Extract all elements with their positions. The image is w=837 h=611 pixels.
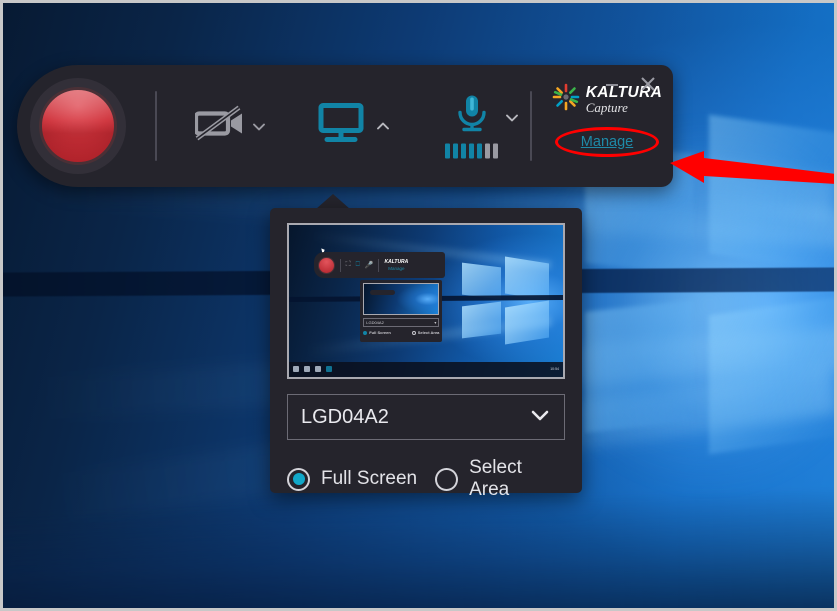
panel-notch (316, 194, 350, 209)
preview-taskbar: 10:54 (289, 361, 563, 377)
vu-bar (469, 143, 474, 159)
camera-toggle[interactable] (193, 105, 267, 148)
vu-bar (485, 143, 490, 159)
monitor-icon (317, 102, 369, 151)
chevron-down-icon[interactable] (529, 404, 551, 431)
radio-full-screen-label: Full Screen (321, 468, 418, 489)
vu-bar (493, 143, 498, 159)
source-select[interactable]: LGD04A2 (287, 394, 565, 440)
radio-select-area-circle[interactable] (435, 467, 459, 491)
minimize-icon[interactable] (601, 73, 623, 95)
chevron-down-icon[interactable] (504, 109, 520, 125)
preview-inner-thumbnail (363, 282, 440, 316)
capture-mode-radio-group: Full Screen Select Area (287, 457, 565, 501)
screen-toggle[interactable] (317, 102, 391, 151)
radio-selected-dot (292, 473, 305, 485)
preview-source-select: LGD04A2 ▾ (363, 318, 440, 328)
preview-chevron-down-icon: ▾ (434, 320, 437, 326)
window-controls (601, 73, 659, 95)
microphone-toggle[interactable] (445, 94, 520, 159)
preview-kaltura-toolbar: ⛶ ⎕ 🎤 KALTURA Manage (313, 252, 446, 279)
preview-capture-mode: Full Screen Select Area (363, 330, 439, 335)
preview-radio-full-screen: Full Screen (363, 330, 391, 335)
source-select-value: LGD04A2 (301, 405, 389, 428)
screen-preview-thumbnail[interactable]: ⛶ ⎕ 🎤 KALTURA Manage LGD04A2 ▾ Full Scre… (287, 223, 565, 379)
preview-radio-select-area: Select Area (411, 330, 440, 336)
vu-bar (453, 143, 458, 159)
windows-logo-pane (584, 299, 693, 433)
preview-source-value: LGD04A2 (366, 320, 384, 326)
red-arrow-annotation (670, 151, 834, 184)
windows-logo-pane (709, 296, 834, 454)
preview-camera-off-icon: ⛶ (345, 261, 351, 269)
microphone-group (445, 94, 498, 159)
preview-divider (378, 258, 380, 272)
vu-bar (461, 143, 466, 159)
preview-screen-panel: LGD04A2 ▾ Full Screen Select Area (360, 279, 443, 343)
desktop-screenshot: KALTURA Capture Manage ⛶ ⎕ 🎤 KALTURA Man… (0, 0, 837, 611)
microphone-icon (453, 94, 491, 139)
radio-full-screen-circle[interactable] (287, 467, 310, 491)
radio-full-screen[interactable]: Full Screen (287, 467, 435, 491)
vu-bar (477, 143, 482, 159)
toolbar-divider (155, 91, 157, 161)
preview-radio-dot (411, 330, 416, 335)
preview-manage-link: Manage (388, 265, 405, 271)
close-icon[interactable] (637, 73, 659, 95)
preview-record-button (317, 256, 335, 274)
preview-taskbar-icon-active (326, 366, 332, 373)
preview-taskbar-clock: 10:54 (550, 367, 559, 372)
preview-radio-dot (363, 330, 368, 335)
screen-source-panel: ⛶ ⎕ 🎤 KALTURA Manage LGD04A2 ▾ Full Scre… (270, 208, 582, 500)
preview-full-screen-label: Full Screen (369, 330, 391, 336)
radio-select-area-label: Select Area (469, 457, 522, 500)
preview-taskbar-icon (304, 366, 310, 373)
record-button-wrapper[interactable] (30, 78, 126, 174)
brand-subtitle: Capture (585, 100, 628, 116)
preview-monitor-icon: ⎕ (355, 261, 360, 269)
record-button[interactable] (39, 87, 117, 165)
toolbar-divider (530, 91, 532, 161)
preview-divider (339, 258, 341, 272)
microphone-level-meter (445, 143, 498, 159)
camera-off-icon (193, 105, 245, 148)
preview-select-area-label: Select Area (417, 330, 440, 336)
kaltura-starburst-icon (552, 83, 580, 116)
kaltura-capture-toolbar: KALTURA Capture Manage (17, 65, 673, 187)
preview-microphone-icon: 🎤 (364, 262, 374, 270)
preview-taskbar-icon (315, 366, 321, 373)
radio-select-area[interactable]: Select Area (435, 457, 565, 501)
manage-link[interactable]: Manage (581, 134, 633, 150)
manage-zone: Manage (555, 127, 659, 157)
preview-taskbar-icon (293, 366, 299, 373)
chevron-down-icon[interactable] (251, 118, 267, 134)
chevron-up-icon[interactable] (375, 118, 391, 134)
vu-bar (445, 143, 450, 159)
